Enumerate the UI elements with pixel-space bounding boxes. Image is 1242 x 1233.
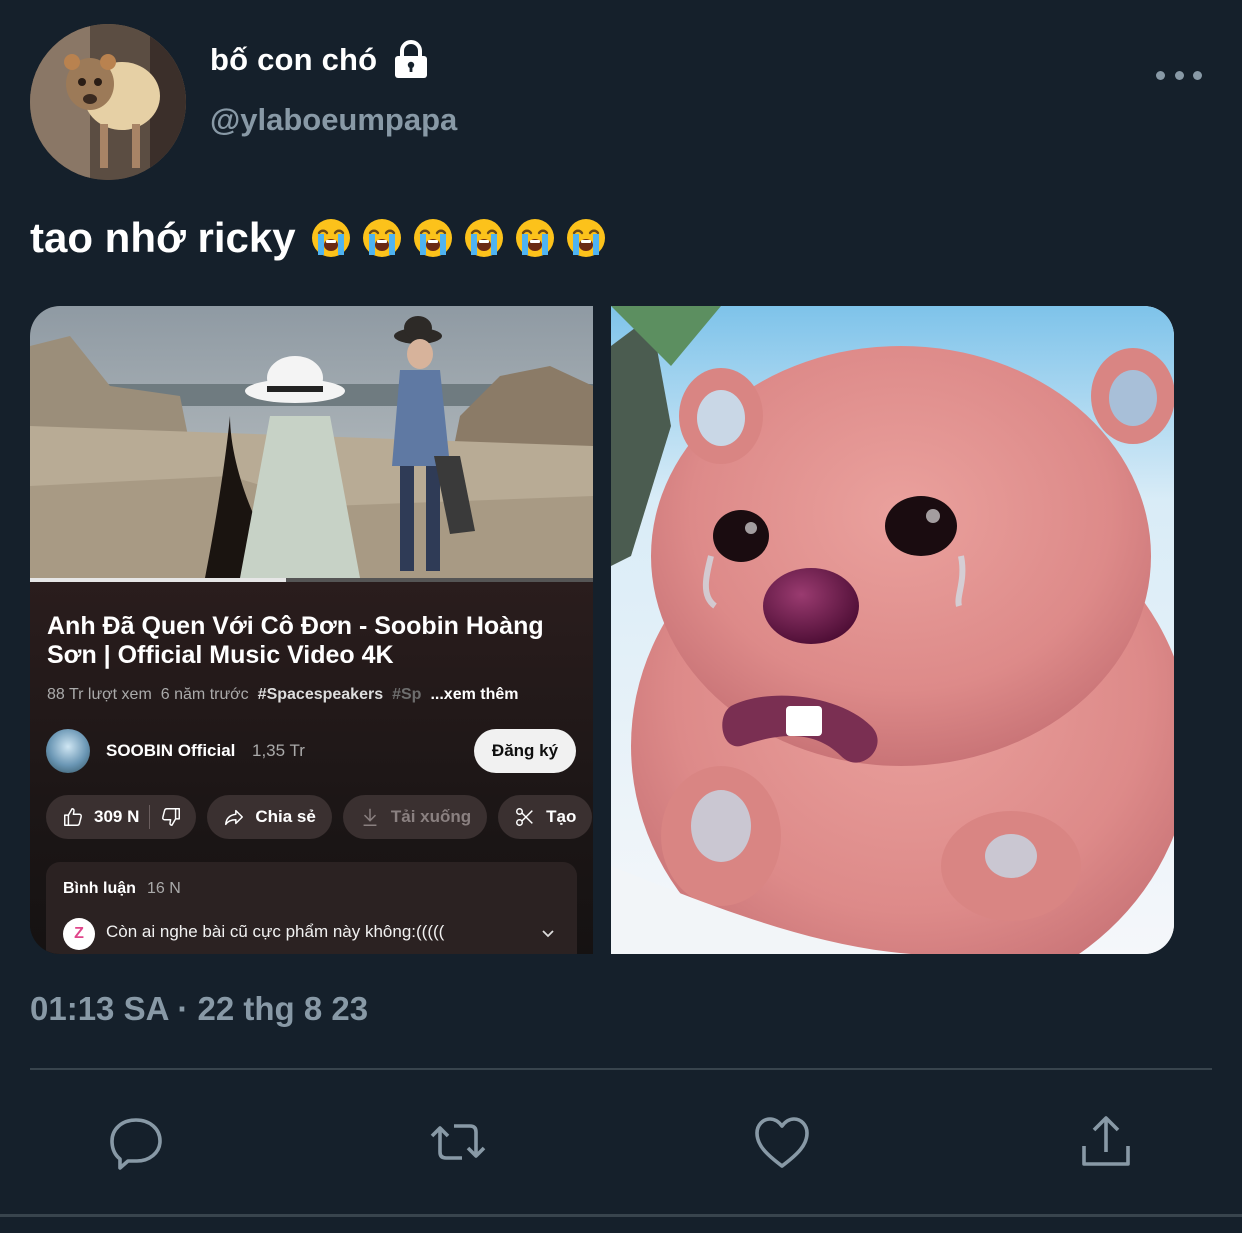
share-chip[interactable]: Chia sẻ (207, 795, 332, 839)
subscribe-button[interactable]: Đăng ký (474, 729, 576, 773)
loudly-crying-face-icon (566, 219, 605, 257)
crying-beaver-image[interactable] (611, 306, 1174, 954)
tweet-timestamp[interactable]: 01:13 SA · 22 thg 8 23 (30, 990, 368, 1028)
divider (30, 1068, 1212, 1070)
upload-age: 6 năm trước (160, 686, 249, 703)
youtube-screenshot[interactable]: Anh Đã Quen Với Cô Đơn - Soobin Hoàng Sơ… (30, 306, 593, 954)
download-icon (363, 808, 377, 826)
bottom-divider (0, 1214, 1242, 1217)
more-options-button[interactable] (1156, 62, 1202, 88)
hashtag-truncated: #Sp (392, 686, 422, 703)
channel-avatar[interactable] (46, 729, 90, 773)
retweet-icon (430, 1124, 486, 1160)
create-chip[interactable]: Tạo (498, 795, 593, 839)
dot-icon (1193, 70, 1202, 80)
like-dislike-chip[interactable]: 309 N (46, 795, 197, 839)
share-arrow-icon (225, 809, 244, 826)
scissors-icon (516, 808, 533, 826)
loudly-crying-face-icon (311, 219, 350, 257)
chevron-down-icon[interactable] (540, 926, 556, 942)
tweet-text-content: tao nhớ ricky (30, 214, 296, 261)
emoji-row (310, 217, 607, 259)
dot-icon (1156, 70, 1165, 80)
view-count: 88 Tr lượt xem (47, 686, 152, 703)
tweet-detail: bố con chó @ylaboeumpapa tao nhớ ricky A… (0, 0, 1242, 1233)
crying-beaver-illustration (611, 306, 1174, 954)
share-button[interactable] (1074, 1110, 1138, 1174)
youtube-info-panel: Anh Đã Quen Với Cô Đơn - Soobin Hoàng Sơ… (30, 582, 593, 954)
create-label: Tạo (546, 807, 577, 826)
like-button[interactable] (750, 1110, 814, 1174)
loudly-crying-face-icon (515, 219, 554, 257)
top-comment: Còn ai nghe bài cũ cực phẩm này không:((… (106, 922, 445, 941)
video-meta: 88 Tr lượt xem 6 năm trước #Spacespeaker… (47, 686, 518, 704)
loudly-crying-face-icon (362, 219, 401, 257)
comments-count: 16 N (147, 880, 181, 897)
channel-name[interactable]: SOOBIN Official (106, 741, 235, 761)
display-name[interactable]: bố con chó (210, 42, 377, 78)
media-grid: Anh Đã Quen Với Cô Đơn - Soobin Hoàng Sơ… (30, 306, 1174, 954)
subscriber-count: 1,35 Tr (252, 741, 305, 760)
like-icon (755, 1117, 809, 1168)
lock-icon (395, 40, 428, 78)
reply-button[interactable] (104, 1110, 168, 1174)
loudly-crying-face-icon (464, 219, 503, 257)
dot-icon (1174, 70, 1184, 80)
download-label: Tải xuống (390, 807, 472, 826)
comments-section[interactable]: Bình luận 16 N Z Còn ai nghe bài cũ cực … (46, 862, 577, 954)
retweet-button[interactable] (426, 1110, 490, 1174)
video-frame (30, 306, 593, 578)
reply-icon (110, 1118, 162, 1170)
commenter-avatar: Z (63, 918, 95, 950)
thumbs-down-icon[interactable] (160, 806, 182, 828)
show-more-link[interactable]: ...xem thêm (430, 686, 518, 704)
hashtag[interactable]: #Spacespeakers (258, 686, 383, 704)
video-actions: 309 N Chia sẻ Tải xuống Tạo (46, 795, 593, 839)
chip-separator (149, 805, 151, 829)
download-chip[interactable]: Tải xuống (342, 795, 488, 839)
share-label: Chia sẻ (255, 807, 316, 826)
comments-label: Bình luận (63, 880, 136, 897)
dog-photo-icon (30, 24, 186, 180)
name-row: bố con chó (210, 40, 429, 80)
tweet-text: tao nhớ ricky (30, 214, 607, 262)
video-title: Anh Đã Quen Với Cô Đơn - Soobin Hoàng Sơ… (47, 612, 544, 669)
share-icon (1082, 1116, 1130, 1166)
like-count: 309 N (94, 807, 140, 826)
user-handle[interactable]: @ylaboeumpapa (210, 102, 457, 138)
loudly-crying-face-icon (413, 219, 452, 257)
user-avatar[interactable] (30, 24, 186, 180)
thumbs-up-icon[interactable] (62, 806, 84, 828)
